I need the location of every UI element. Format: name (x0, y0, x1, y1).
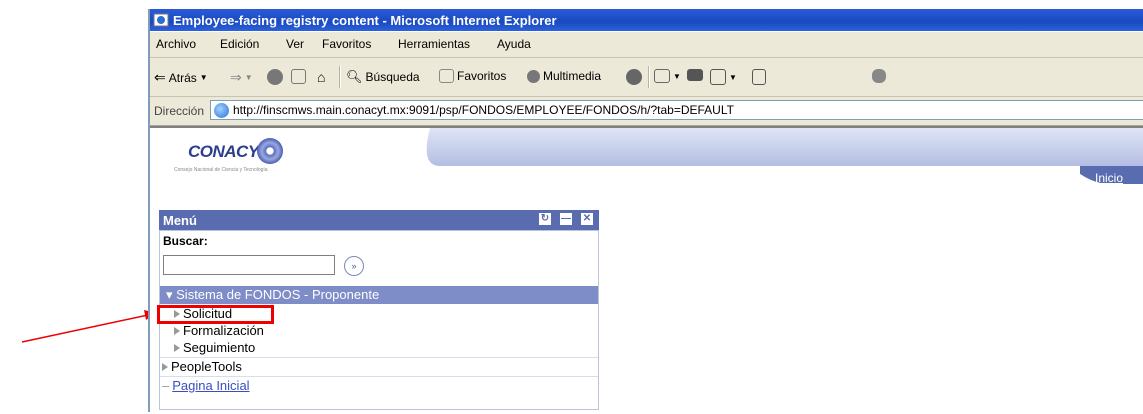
menu-item-label: Seguimiento (183, 340, 256, 355)
ie-app-icon (153, 13, 169, 27)
divider (160, 357, 598, 358)
history-button[interactable] (626, 69, 642, 85)
home-button[interactable]: ⌂ (317, 69, 325, 85)
edit-button[interactable]: ▼ (710, 69, 737, 85)
menu-bar: Archivo Edición Ver Favoritos Herramient… (150, 32, 1143, 58)
print-icon (687, 69, 703, 81)
window-title: Employee-facing registry content - Micro… (173, 13, 557, 28)
search-label: Buscar: (163, 234, 208, 248)
address-input[interactable]: http://finscmws.main.conacyt.mx:9091/psp… (210, 100, 1143, 120)
mail-icon (654, 69, 670, 83)
media-label: Multimedia (543, 69, 602, 83)
forward-button[interactable]: ⇒ ▼ (230, 69, 253, 86)
refresh-icon (291, 69, 306, 84)
chevron-down-icon: ▼ (729, 72, 737, 82)
browser-window: Employee-facing registry content - Micro… (148, 9, 1143, 414)
document-icon (752, 69, 766, 85)
address-bar: Dirección http://finscmws.main.conacyt.m… (150, 97, 1143, 126)
menu-ver[interactable]: Ver (286, 37, 304, 51)
double-chevron-right-icon: » (351, 261, 357, 271)
annotation-arrow (21, 310, 156, 343)
stop-icon (267, 69, 283, 85)
print-button[interactable] (687, 69, 703, 81)
media-icon (527, 69, 540, 83)
triangle-right-icon (174, 343, 180, 352)
close-icon[interactable]: ✕ (581, 213, 593, 225)
menu-item-label: PeopleTools (171, 359, 242, 374)
minimize-icon[interactable]: — (560, 213, 572, 225)
menu-portlet-header: Menú ↻ — ✕ (159, 210, 599, 230)
menu-item-peopletools[interactable]: PeopleTools (162, 359, 242, 374)
favorites-label: Favoritos (457, 69, 507, 83)
ie-page-icon (214, 103, 229, 118)
chevron-down-icon: ▼ (244, 73, 253, 82)
menu-archivo[interactable]: Archivo (156, 37, 196, 51)
word-icon (710, 69, 726, 85)
section-sistema-fondos[interactable]: ▾ Sistema de FONDOS - Proponente (160, 286, 598, 304)
stop-button[interactable] (267, 69, 283, 85)
toolbar-separator (648, 66, 650, 88)
menu-search-input[interactable] (163, 255, 335, 275)
toolbar: ⇐ Atrás ▼ ⇒ ▼ ⌂ 🔍︎ Búsqueda Favoritos Mu… (150, 58, 1143, 97)
menu-favoritos[interactable]: Favoritos (322, 37, 371, 51)
search-icon: 🔍︎ (346, 69, 363, 84)
divider (160, 376, 598, 377)
messenger-icon (872, 69, 886, 83)
annotation-highlight-box (157, 305, 274, 324)
address-url: http://finscmws.main.conacyt.mx:9091/psp… (233, 103, 734, 117)
refresh-icon[interactable]: ↻ (539, 213, 551, 225)
history-icon (626, 69, 642, 85)
menu-item-seguimiento[interactable]: Seguimiento (174, 340, 255, 355)
menu-item-label: Pagina Inicial (172, 378, 250, 393)
menu-ayuda[interactable]: Ayuda (497, 37, 531, 51)
menu-item-pagina-inicial[interactable]: – Pagina Inicial (162, 378, 250, 393)
page-content: CONACYT Consejo Nacional de Ciencia y Te… (150, 126, 1143, 414)
inicio-link[interactable]: Inicio (1095, 171, 1123, 185)
favorites-icon (439, 69, 454, 83)
mail-button[interactable]: ▼ (654, 69, 681, 83)
chevron-down-icon: ▼ (673, 71, 681, 81)
header-banner (426, 128, 1143, 184)
menu-title: Menú (163, 213, 197, 228)
messenger-button[interactable] (872, 69, 886, 83)
home-icon: ⌂ (317, 69, 326, 85)
search-label: Búsqueda (365, 70, 420, 84)
conacyt-logo-subtitle: Consejo Nacional de Ciencia y Tecnología (174, 167, 268, 173)
discuss-button[interactable] (752, 69, 766, 85)
address-label: Dirección (154, 104, 205, 118)
search-button[interactable]: 🔍︎ Búsqueda (346, 69, 420, 85)
favorites-button[interactable]: Favoritos (439, 69, 506, 83)
menu-item-label: Formalización (183, 323, 264, 338)
dash-icon: – (162, 378, 170, 393)
conacyt-seal-icon (257, 138, 283, 164)
media-button[interactable]: Multimedia (527, 69, 601, 83)
menu-item-formalizacion[interactable]: Formalización (174, 323, 264, 338)
toolbar-separator (339, 66, 341, 88)
forward-arrow-icon: ⇒ (230, 69, 242, 85)
search-go-button[interactable]: » (344, 256, 364, 276)
refresh-button[interactable] (291, 69, 306, 84)
back-label: Atrás (168, 70, 197, 85)
back-arrow-icon: ⇐ (154, 69, 166, 85)
menu-edicion[interactable]: Edición (220, 37, 259, 51)
chevron-down-icon: ▼ (199, 73, 208, 82)
triangle-right-icon (174, 326, 180, 335)
menu-herramientas[interactable]: Herramientas (398, 37, 470, 51)
section-label: ▾ Sistema de FONDOS - Proponente (166, 287, 380, 302)
back-button[interactable]: ⇐ Atrás ▼ (154, 69, 208, 86)
title-bar: Employee-facing registry content - Micro… (150, 9, 1143, 31)
triangle-right-icon (162, 362, 168, 371)
